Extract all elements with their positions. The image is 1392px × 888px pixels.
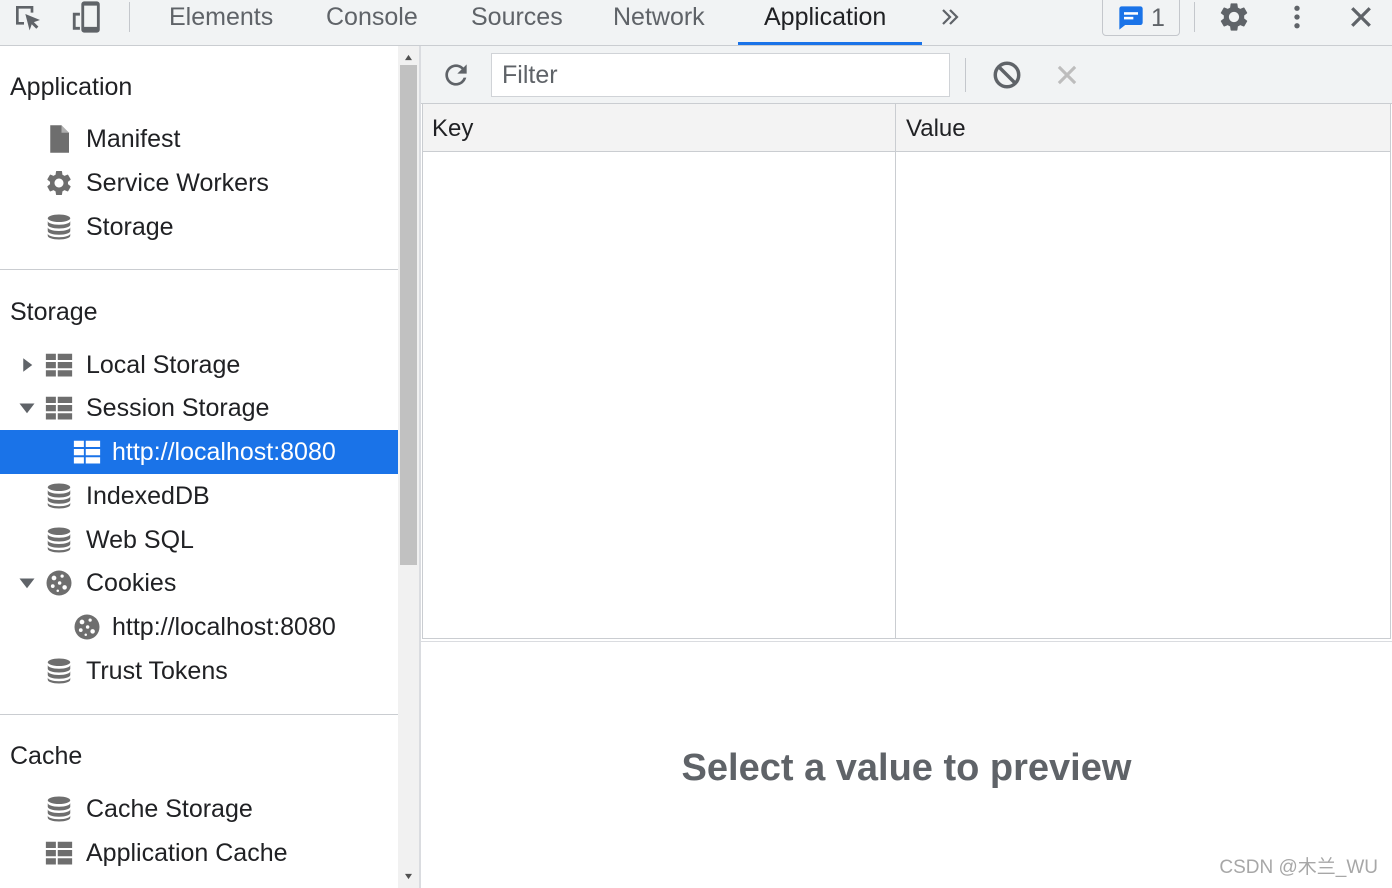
sidebar-divider	[0, 269, 398, 270]
sidebar-item-service-workers[interactable]: Service Workers	[0, 161, 398, 205]
collapse-triangle-down-icon[interactable]	[18, 399, 36, 417]
sidebar-item-label: Session Storage	[86, 394, 270, 422]
sidebar-item-cookies-origin[interactable]: http://localhost:8080	[0, 605, 398, 649]
tab-elements[interactable]: Elements	[169, 0, 273, 35]
key-value-table: Key Value	[422, 104, 1391, 639]
sidebar-section-title: Application	[10, 73, 133, 101]
sidebar-item-label: Web SQL	[86, 526, 194, 554]
expand-triangle-right-icon[interactable]	[18, 356, 36, 374]
sidebar-section-title: Cache	[10, 742, 83, 770]
sidebar-section-title: Storage	[10, 298, 98, 326]
database-icon	[44, 212, 74, 242]
close-icon[interactable]	[1347, 3, 1375, 31]
tab-sources[interactable]: Sources	[471, 0, 563, 35]
toolbar-separator	[129, 2, 130, 32]
tab-application[interactable]: Application	[764, 0, 886, 35]
tab-console[interactable]: Console	[326, 0, 418, 35]
sidebar-item-label: Cookies	[86, 569, 177, 597]
kebab-menu-icon[interactable]	[1283, 3, 1311, 31]
sidebar-item-label: Cache Storage	[86, 795, 253, 823]
table-icon	[44, 393, 74, 423]
sidebar-item-cookies[interactable]: Cookies	[0, 561, 398, 605]
messages-count: 1	[1151, 4, 1165, 32]
sidebar-item-label: http://localhost:8080	[112, 613, 336, 641]
database-icon	[44, 481, 74, 511]
document-icon	[44, 124, 74, 154]
cookie-icon	[44, 568, 74, 598]
sidebar-item-label: Application Cache	[86, 839, 288, 867]
scrollbar-thumb[interactable]	[400, 65, 417, 565]
tab-network[interactable]: Network	[613, 0, 705, 35]
message-icon	[1117, 4, 1145, 32]
sidebar-item-label: Storage	[86, 213, 174, 241]
sidebar-item-label: Service Workers	[86, 169, 269, 197]
toolbar-separator	[965, 58, 966, 92]
sidebar-item-label: IndexedDB	[86, 482, 210, 510]
table-icon	[44, 838, 74, 868]
sidebar-item-label: Trust Tokens	[86, 657, 228, 685]
sidebar-item-application-cache[interactable]: Application Cache	[0, 831, 398, 875]
value-preview-panel: Select a value to preview	[421, 641, 1392, 888]
sidebar-item-web-sql[interactable]: Web SQL	[0, 518, 398, 562]
storage-items-view: Key Value Select a value to preview	[421, 46, 1392, 888]
table-icon	[72, 437, 102, 467]
gear-icon	[44, 168, 74, 198]
table-header: Key Value	[423, 104, 1390, 152]
sidebar-item-trust-tokens[interactable]: Trust Tokens	[0, 649, 398, 693]
sidebar-item-label: http://localhost:8080	[112, 438, 336, 466]
sidebar-item-local-storage[interactable]: Local Storage	[0, 343, 398, 387]
sidebar-item-session-storage-origin[interactable]: http://localhost:8080	[0, 430, 398, 474]
watermark: CSDN @木兰_WU	[1219, 857, 1378, 878]
scroll-down-arrow-icon[interactable]	[404, 873, 413, 880]
sidebar-item-indexeddb[interactable]: IndexedDB	[0, 474, 398, 518]
sidebar-divider	[0, 714, 398, 715]
scroll-up-arrow-icon[interactable]	[404, 54, 413, 61]
sidebar-item-label: Local Storage	[86, 351, 241, 379]
chevron-double-right-icon[interactable]	[938, 5, 962, 29]
messages-button[interactable]: 1	[1102, 0, 1180, 36]
preview-placeholder-message: Select a value to preview	[681, 747, 1132, 789]
sidebar-item-cache-storage[interactable]: Cache Storage	[0, 787, 398, 831]
sidebar-item-storage[interactable]: Storage	[0, 205, 398, 249]
cookie-icon	[72, 612, 102, 642]
devtools-tab-bar: Elements Console Sources Network Applica…	[0, 0, 1392, 46]
database-icon	[44, 656, 74, 686]
table-body	[423, 152, 1390, 638]
gear-icon[interactable]	[1217, 0, 1251, 34]
sidebar-item-manifest[interactable]: Manifest	[0, 117, 398, 161]
block-icon[interactable]	[991, 59, 1023, 91]
inspect-element-icon[interactable]	[12, 2, 44, 34]
sidebar-item-session-storage[interactable]: Session Storage	[0, 386, 398, 430]
database-icon	[44, 525, 74, 555]
column-header-key[interactable]: Key	[432, 104, 473, 151]
device-toolbar-icon[interactable]	[70, 0, 104, 34]
sidebar-item-label: Manifest	[86, 125, 181, 153]
refresh-icon[interactable]	[440, 59, 472, 91]
table-icon	[44, 350, 74, 380]
column-header-value[interactable]: Value	[906, 104, 966, 151]
storage-toolbar	[421, 46, 1392, 104]
filter-input[interactable]	[491, 53, 950, 97]
database-icon	[44, 794, 74, 824]
application-sidebar: Application Manifest Service Workers Sto…	[0, 46, 398, 888]
close-icon[interactable]	[1054, 62, 1080, 88]
collapse-triangle-down-icon[interactable]	[18, 574, 36, 592]
toolbar-separator	[1194, 2, 1195, 32]
active-tab-indicator	[738, 42, 922, 45]
sidebar-scrollbar[interactable]	[398, 46, 419, 888]
